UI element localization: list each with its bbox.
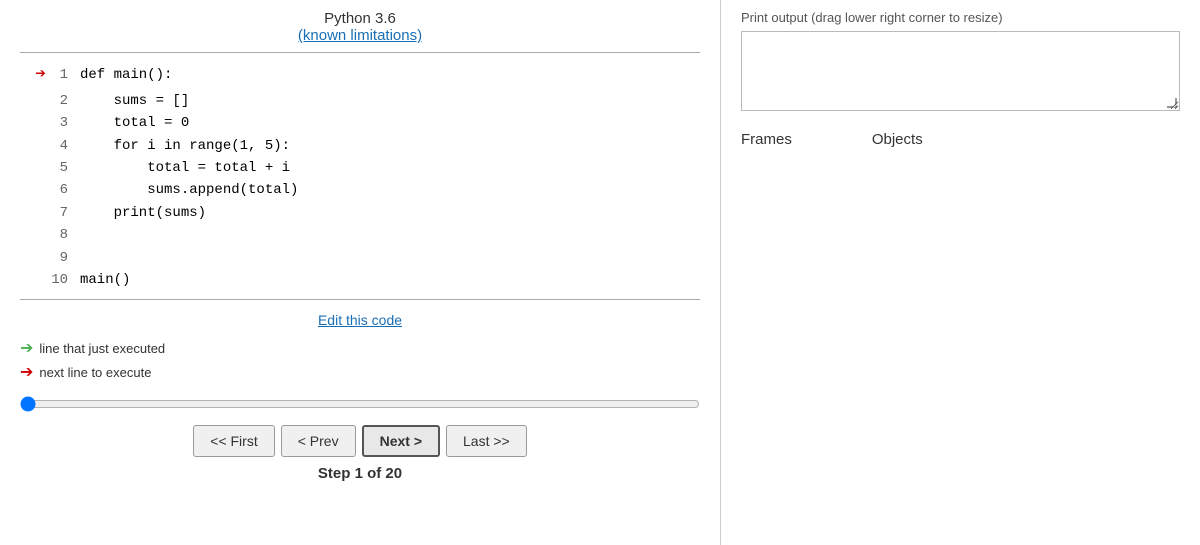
known-limitations-link[interactable]: (known limitations) <box>298 27 422 44</box>
edit-link-container: Edit this code <box>0 312 720 328</box>
code-line-1: ➔1def main(): <box>20 61 700 90</box>
line-code-5: total = total + i <box>80 157 290 179</box>
python-version-title: Python 3.6 <box>0 10 720 27</box>
resize-handle[interactable] <box>1167 98 1177 108</box>
code-line-9: 9 <box>20 247 700 269</box>
first-button[interactable]: << First <box>193 425 274 457</box>
red-arrow-icon: ➔ <box>20 362 33 382</box>
line-code-10: main() <box>80 269 130 291</box>
code-line-3: 3 total = 0 <box>20 112 700 134</box>
frames-objects-section: Frames Objects <box>741 131 1180 148</box>
step-slider-container <box>0 396 720 415</box>
line-code-7: print(sums) <box>80 202 206 224</box>
edit-this-code-link[interactable]: Edit this code <box>318 312 402 328</box>
line-number-8: 8 <box>50 224 80 246</box>
line-number-1: 1 <box>50 64 80 86</box>
code-area: ➔1def main():2 sums = []3 total = 04 for… <box>20 52 700 300</box>
line-number-4: 4 <box>50 135 80 157</box>
step-slider[interactable] <box>20 396 700 412</box>
last-button[interactable]: Last >> <box>446 425 527 457</box>
line-number-5: 5 <box>50 157 80 179</box>
code-header: Python 3.6 (known limitations) <box>0 10 720 44</box>
line-code-3: total = 0 <box>80 112 189 134</box>
line-code-4: for i in range(1, 5): <box>80 135 290 157</box>
line-number-2: 2 <box>50 90 80 112</box>
green-arrow-icon: ➔ <box>20 338 33 358</box>
code-line-7: 7 print(sums) <box>20 202 700 224</box>
right-panel: Print output (drag lower right corner to… <box>720 0 1200 545</box>
legend-green-label: line that just executed <box>39 341 165 356</box>
legend-red-label: next line to execute <box>39 365 151 380</box>
code-line-2: 2 sums = [] <box>20 90 700 112</box>
legend-green: ➔ line that just executed <box>20 338 700 358</box>
code-line-6: 6 sums.append(total) <box>20 179 700 201</box>
print-output-box[interactable] <box>741 31 1180 111</box>
line-number-3: 3 <box>50 112 80 134</box>
code-line-10: 10main() <box>20 269 700 291</box>
objects-label: Objects <box>872 131 923 148</box>
prev-button[interactable]: < Prev <box>281 425 356 457</box>
legend: ➔ line that just executed ➔ next line to… <box>0 338 720 386</box>
next-button[interactable]: Next > <box>362 425 440 457</box>
code-line-8: 8 <box>20 224 700 246</box>
frames-label: Frames <box>741 131 792 148</box>
line-number-6: 6 <box>50 179 80 201</box>
navigation-buttons: << First < Prev Next > Last >> <box>0 425 720 457</box>
line-code-2: sums = [] <box>80 90 189 112</box>
line-code-1: def main(): <box>80 64 172 86</box>
line-number-7: 7 <box>50 202 80 224</box>
code-line-5: 5 total = total + i <box>20 157 700 179</box>
line-number-10: 10 <box>50 269 80 291</box>
code-line-4: 4 for i in range(1, 5): <box>20 135 700 157</box>
line-number-9: 9 <box>50 247 80 269</box>
legend-red: ➔ next line to execute <box>20 362 700 382</box>
print-output-label: Print output (drag lower right corner to… <box>741 10 1180 25</box>
step-label: Step 1 of 20 <box>0 465 720 482</box>
current-line-arrow: ➔ <box>35 61 46 90</box>
line-code-6: sums.append(total) <box>80 179 298 201</box>
